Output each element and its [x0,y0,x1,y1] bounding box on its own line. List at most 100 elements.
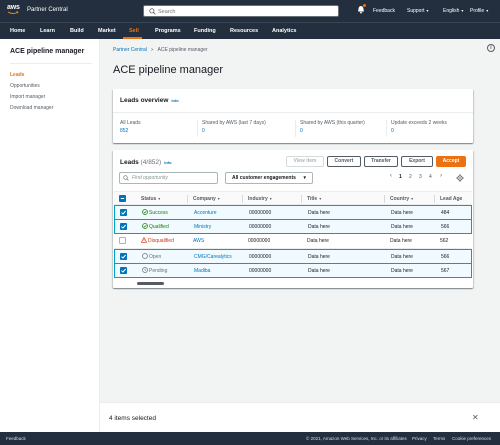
stat-shared-quarter: Shared by AWS (this quarter) 0 [295,120,381,137]
company-link[interactable]: Accenture [194,210,217,216]
stat-value-link[interactable]: 852 [120,128,206,134]
company-link[interactable]: Madiba [194,268,210,274]
transfer-button[interactable]: Transfer [364,156,398,167]
table-row[interactable]: Open CMG/Carealytics 00000000 Data here … [114,249,472,264]
next-page-button[interactable]: › [440,173,442,179]
row-checkbox[interactable] [120,209,127,216]
nav-market[interactable]: Market [98,28,116,34]
feedback-link[interactable]: Feedback [373,8,395,14]
row-checkbox[interactable] [120,267,127,274]
column-company[interactable]: Company ▾ [193,196,220,202]
company-link[interactable]: Ministry [194,224,211,230]
horizontal-scrollbar[interactable] [137,282,164,285]
column-country[interactable]: Country ▾ [390,196,413,202]
table-row[interactable]: Disqualified AWS 00000000 Data here Data… [114,234,472,249]
column-divider [301,195,302,203]
footer-feedback-link[interactable]: Feedback [6,436,26,441]
stat-value-link[interactable]: 0 [300,128,381,134]
find-opportunity-filter[interactable] [119,172,218,184]
page-2-button[interactable]: 2 [409,174,412,180]
nav-learn[interactable]: Learn [40,28,55,34]
row-checkbox[interactable] [120,223,127,230]
notification-dot [363,4,366,7]
find-opportunity-input[interactable] [132,174,216,182]
breadcrumb: Partner Central > ACE pipeline manager [113,47,208,53]
page-title: ACE pipeline manager [113,64,224,76]
main-nav: Home Learn Build Market Sell Programs Fu… [0,22,500,39]
customer-engagement-select[interactable]: All customer engagements ▼ [225,172,313,184]
gear-icon[interactable] [456,174,464,182]
nav-programs[interactable]: Programs [155,28,181,34]
nav-sell[interactable]: Sell [129,28,139,34]
export-button[interactable]: Export [401,156,433,167]
table-row[interactable]: Success Accenture 00000000 Data here Dat… [114,205,472,220]
circle-icon [142,253,148,259]
nav-build[interactable]: Build [70,28,84,34]
company-link[interactable]: CMG/Carealytics [194,254,232,260]
brand-name[interactable]: Partner Central [27,7,68,13]
table-row[interactable]: Qualified Ministry 00000000 Data here Da… [114,219,472,234]
row-checkbox[interactable] [120,253,127,260]
overview-title: Leads overview Info [120,97,179,104]
aws-logo[interactable]: aws [7,4,21,18]
privacy-link[interactable]: Privacy [412,436,427,441]
stat-value-link[interactable]: 0 [202,128,283,134]
info-icon[interactable]: i [487,44,495,52]
page-4-button[interactable]: 4 [429,174,432,180]
title-cell: Data here [308,254,330,260]
column-divider [384,195,385,203]
sidebar-item-import-manager[interactable]: Import manager [10,94,45,100]
breadcrumb-partner-central[interactable]: Partner Central [113,47,147,53]
stat-update-exceeds: Update exceeds 2 weeks 0 [386,120,472,137]
stat-value-link[interactable]: 0 [391,128,472,134]
support-menu[interactable]: Support ▾ [407,8,429,14]
minus-icon [120,198,125,199]
global-search[interactable] [143,5,339,17]
bell-icon[interactable] [357,4,366,14]
sidebar: ACE pipeline manager Leads Opportunities… [0,39,100,432]
prev-page-button[interactable]: ‹ [390,173,392,179]
column-lead-age[interactable]: Lead Age [440,196,462,202]
nav-analytics[interactable]: Analytics [272,28,296,34]
accept-button[interactable]: Accept [436,156,466,167]
sidebar-item-leads[interactable]: Leads [10,72,24,78]
leads-info-link[interactable]: Info [164,160,171,165]
close-icon[interactable]: ✕ [472,414,479,422]
leads-count: (4/852) [140,159,162,166]
sort-icon: ▾ [217,196,220,201]
column-industry[interactable]: Industry ▾ [248,196,272,202]
column-divider [187,195,188,203]
convert-button[interactable]: Convert [327,156,361,167]
search-input[interactable] [158,7,333,16]
company-link[interactable]: AWS [193,238,204,244]
stat-label: Shared by AWS (last 7 days) [202,120,266,126]
lead-age-cell: 566 [441,224,450,230]
sidebar-item-download-manager[interactable]: Download manager [10,105,53,111]
page-1-button[interactable]: 1 [399,174,402,180]
select-value: All customer engagements [232,175,296,181]
column-title[interactable]: Title ▾ [307,196,321,202]
row-checkbox[interactable] [119,237,126,244]
nav-funding[interactable]: Funding [194,28,216,34]
table-row[interactable]: Pending Madiba 00000000 Data here Data h… [114,263,472,278]
check-circle-icon [142,209,148,215]
page-3-button[interactable]: 3 [419,174,422,180]
top-bar: aws Partner Central Feedback Support▾ En… [0,0,500,22]
column-status[interactable]: Status ▾ [141,196,160,202]
sidebar-item-opportunities[interactable]: Opportunities [10,83,40,89]
language-menu[interactable]: English ▾ [443,8,463,14]
column-label: Industry [248,196,268,202]
profile-menu[interactable]: Profile ▾ [470,8,488,14]
view-item-button[interactable]: View item [286,156,324,167]
table-header: Status ▾ Company ▾ Industry ▾ Title ▾ Countr… [114,191,472,205]
nav-resources[interactable]: Resources [230,28,258,34]
select-all-checkbox[interactable] [119,195,126,202]
leads-title-text: Leads [120,159,139,166]
lead-age-cell: 566 [441,254,450,260]
status-text: Success [149,210,168,216]
column-label: Lead Age [440,196,463,202]
terms-link[interactable]: Terms [433,436,445,441]
nav-home[interactable]: Home [10,28,25,34]
overview-info-link[interactable]: Info [171,98,178,103]
cookie-preferences-link[interactable]: Cookie preferences [452,436,491,441]
